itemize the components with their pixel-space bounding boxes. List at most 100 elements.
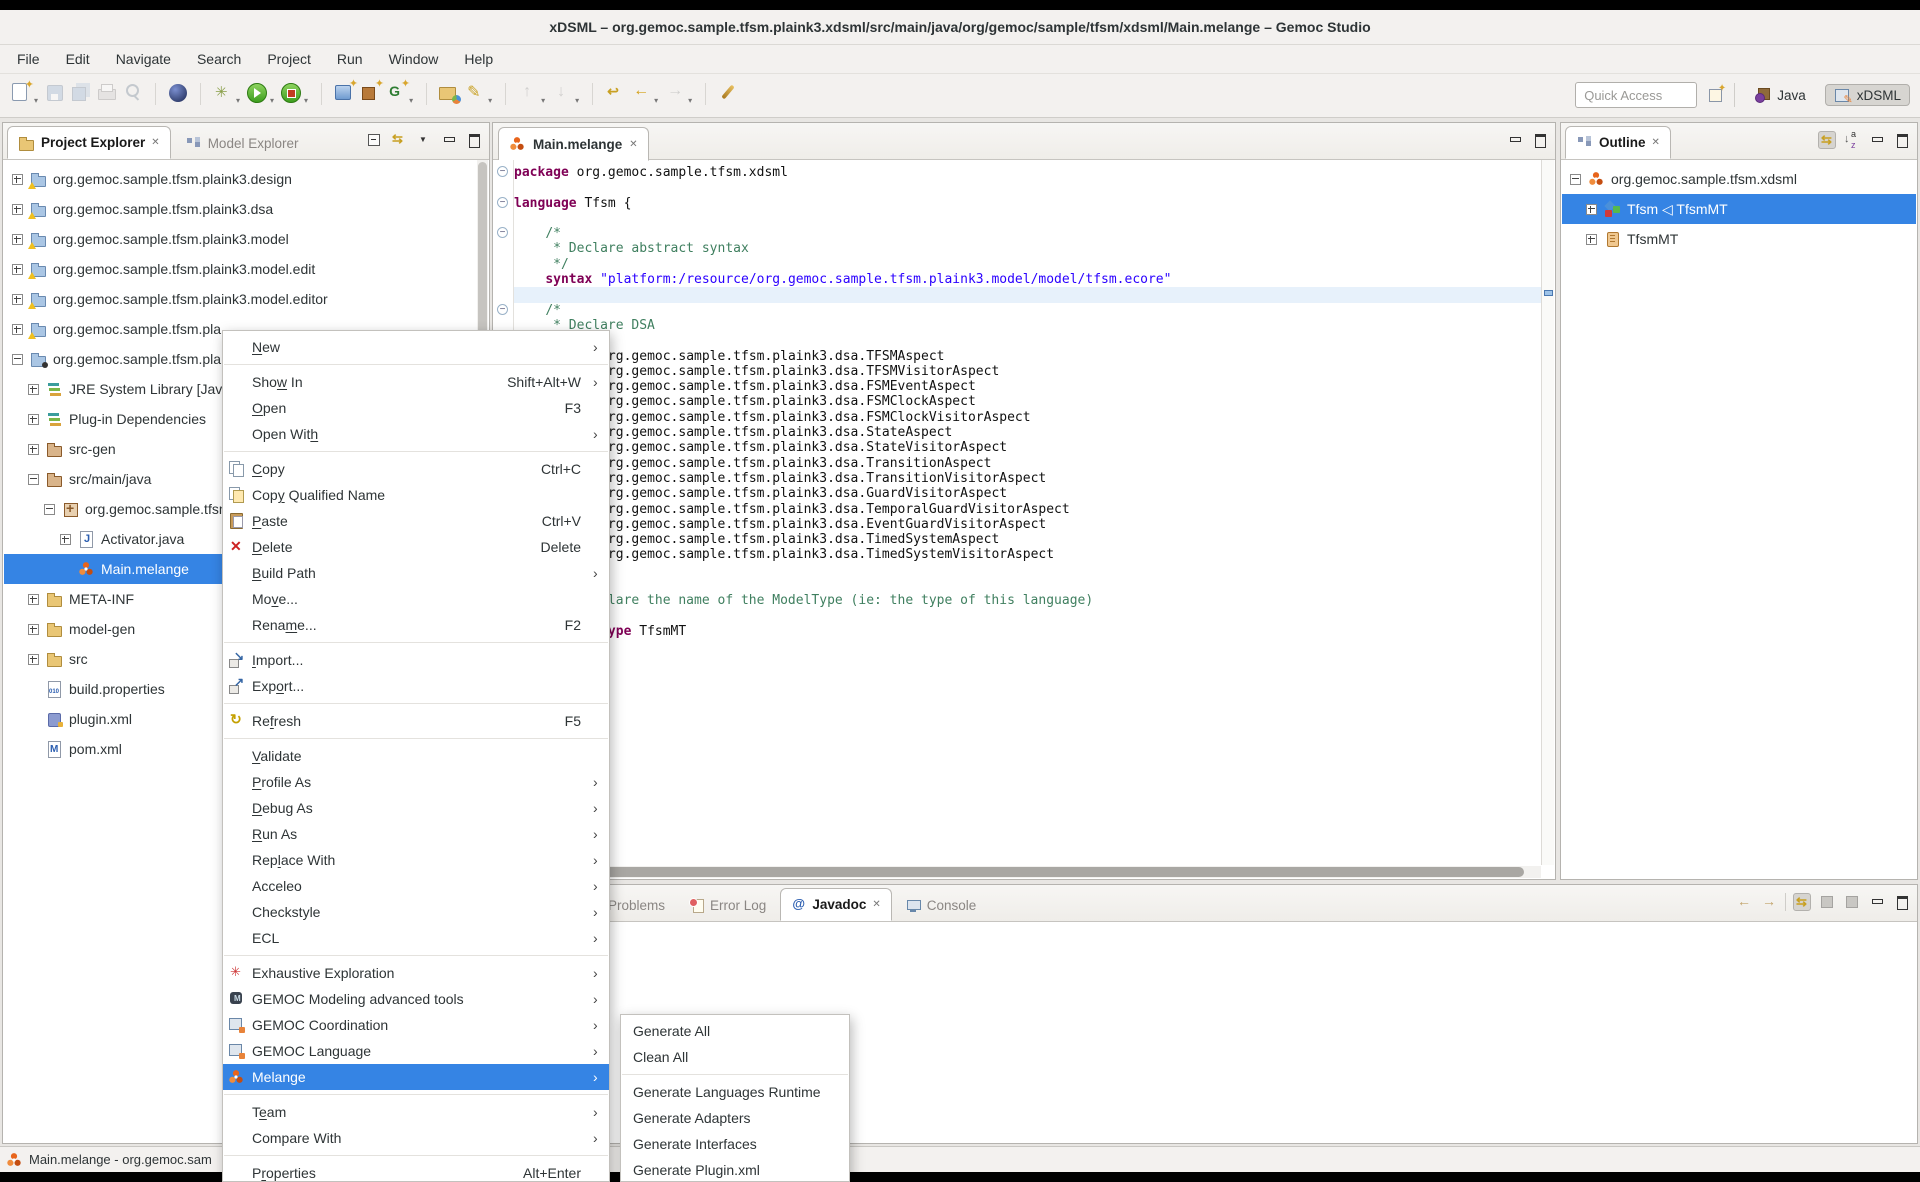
expand-icon[interactable] [12, 294, 23, 305]
maximize-icon[interactable] [1893, 131, 1911, 149]
menu-file[interactable]: File [4, 45, 53, 73]
osgi-console-icon[interactable] [165, 81, 191, 105]
open-plugin-artifact-icon[interactable] [436, 81, 462, 105]
quick-access-input[interactable] [1575, 82, 1697, 108]
dropdown-chevron-icon[interactable]: ▾ [488, 96, 492, 105]
menu-navigate[interactable]: Navigate [103, 45, 184, 73]
menu-item-build-path[interactable]: Build Path› [223, 560, 609, 586]
tab-error-log[interactable]: Error Log [679, 890, 776, 921]
menu-item-open[interactable]: OpenF3 [223, 395, 609, 421]
search-icon[interactable] [462, 81, 488, 105]
fold-marker-icon[interactable]: − [497, 304, 508, 315]
view-menu-icon[interactable] [415, 131, 433, 149]
expand-icon[interactable] [12, 234, 23, 245]
expand-icon[interactable] [28, 414, 39, 425]
menu-item-rename[interactable]: Rename...F2 [223, 612, 609, 638]
menu-run[interactable]: Run [324, 45, 376, 73]
new-gemoc-project-icon[interactable] [331, 81, 357, 105]
menu-item-refresh[interactable]: RefreshF5 [223, 708, 609, 734]
forward-icon[interactable] [1760, 893, 1778, 911]
menu-item-validate[interactable]: Validate [223, 743, 609, 769]
dropdown-chevron-icon[interactable]: ▾ [304, 96, 308, 105]
menu-item-show-in[interactable]: Show InShift+Alt+W› [223, 369, 609, 395]
menu-item-gemoc-language[interactable]: GEMOC Language› [223, 1038, 609, 1064]
dropdown-chevron-icon[interactable]: ▾ [34, 96, 38, 105]
menu-item-move[interactable]: Move... [223, 586, 609, 612]
menu-item-ecl[interactable]: ECL› [223, 925, 609, 951]
menu-item-open-with[interactable]: Open With› [223, 421, 609, 447]
debug-icon[interactable] [210, 81, 236, 105]
menu-item-profile-as[interactable]: Profile As› [223, 769, 609, 795]
menu-project[interactable]: Project [254, 45, 324, 73]
menu-item-copy[interactable]: CopyCtrl+C [223, 456, 609, 482]
tree-item-org-gemoc-sample-tfsm-plaink3-dsa[interactable]: org.gemoc.sample.tfsm.plaink3.dsa [4, 194, 488, 224]
menu-help[interactable]: Help [451, 45, 506, 73]
open-perspective-icon[interactable] [1707, 87, 1724, 103]
perspective-button-xdsml[interactable]: xDSML [1825, 84, 1910, 106]
new-gemoc-language-icon[interactable] [383, 81, 409, 105]
link-with-editor-icon[interactable] [1793, 893, 1811, 911]
link-with-editor-icon[interactable] [390, 131, 408, 149]
expand-icon[interactable] [1586, 234, 1597, 245]
menu-item-generate-all[interactable]: Generate All [621, 1018, 849, 1044]
expand-icon[interactable] [12, 264, 23, 275]
fold-marker-icon[interactable]: − [497, 227, 508, 238]
fold-marker-icon[interactable]: − [497, 166, 508, 177]
outline-item-tfsm-tfsmmt[interactable]: Tfsm ◁ TfsmMT [1562, 194, 1916, 224]
new-wizard-icon[interactable] [8, 81, 34, 105]
link-with-editor-icon[interactable] [1818, 131, 1836, 149]
close-icon[interactable]: ✕ [872, 899, 880, 910]
tab-outline[interactable]: Outline ✕ [1565, 126, 1671, 159]
minimize-icon[interactable] [1506, 131, 1524, 149]
minimize-icon[interactable] [440, 131, 458, 149]
collapse-all-icon[interactable] [365, 131, 383, 149]
collapse-icon[interactable] [28, 474, 39, 485]
tree-item-org-gemoc-sample-tfsm-plaink3-model-edit[interactable]: org.gemoc.sample.tfsm.plaink3.model.edit [4, 254, 488, 284]
tab-model-explorer[interactable]: Model Explorer [175, 128, 309, 159]
dropdown-chevron-icon[interactable]: ▾ [409, 96, 413, 105]
scrollbar-thumb[interactable] [496, 867, 1524, 877]
tree-item-org-gemoc-sample-tfsm-plaink3-model-editor[interactable]: org.gemoc.sample.tfsm.plaink3.model.edit… [4, 284, 488, 314]
close-icon[interactable]: ✕ [1652, 137, 1660, 148]
menu-item-generate-adapters[interactable]: Generate Adapters [621, 1105, 849, 1131]
open-declaration-icon[interactable] [1843, 893, 1861, 911]
outline-item-tfsmmt[interactable]: TfsmMT [1562, 224, 1916, 254]
menu-item-acceleo[interactable]: Acceleo› [223, 873, 609, 899]
menu-item-compare-with[interactable]: Compare With› [223, 1125, 609, 1151]
expand-icon[interactable] [28, 444, 39, 455]
expand-icon[interactable] [60, 534, 71, 545]
menu-item-generate-languages-runtime[interactable]: Generate Languages Runtime [621, 1079, 849, 1105]
tree-item-org-gemoc-sample-tfsm-plaink3-design[interactable]: org.gemoc.sample.tfsm.plaink3.design [4, 164, 488, 194]
fold-marker-icon[interactable]: − [497, 197, 508, 208]
menu-item-run-as[interactable]: Run As› [223, 821, 609, 847]
menu-item-clean-all[interactable]: Clean All [621, 1044, 849, 1070]
collapse-icon[interactable] [12, 354, 23, 365]
menu-item-checkstyle[interactable]: Checkstyle› [223, 899, 609, 925]
menu-item-paste[interactable]: PasteCtrl+V [223, 508, 609, 534]
expand-icon[interactable] [28, 384, 39, 395]
tab-javadoc[interactable]: Javadoc✕ [780, 888, 891, 921]
menu-item-generate-interfaces[interactable]: Generate Interfaces [621, 1131, 849, 1157]
tree-item-org-gemoc-sample-tfsm-plaink3-model[interactable]: org.gemoc.sample.tfsm.plaink3.model [4, 224, 488, 254]
back-icon[interactable] [1735, 893, 1753, 911]
menu-item-import[interactable]: Import... [223, 647, 609, 673]
perspective-button-java[interactable]: Java [1745, 84, 1815, 106]
menu-item-exhaustive-exploration[interactable]: Exhaustive Exploration› [223, 960, 609, 986]
menu-window[interactable]: Window [376, 45, 452, 73]
external-tools-icon[interactable] [278, 81, 304, 105]
close-icon[interactable]: ✕ [151, 137, 159, 148]
menu-item-new[interactable]: New› [223, 334, 609, 360]
menu-item-gemoc-modeling-advanced-tools[interactable]: GEMOC Modeling advanced tools› [223, 986, 609, 1012]
maximize-icon[interactable] [1531, 131, 1549, 149]
expand-icon[interactable] [12, 204, 23, 215]
expand-icon[interactable] [12, 174, 23, 185]
menu-item-replace-with[interactable]: Replace With› [223, 847, 609, 873]
menu-item-generate-plugin-xml[interactable]: Generate Plugin.xml [621, 1157, 849, 1182]
pin-editor-icon[interactable] [715, 81, 741, 105]
tab-main-melange[interactable]: Main.melange ✕ [498, 127, 649, 161]
expand-icon[interactable] [28, 654, 39, 665]
menu-item-copy-qualified-name[interactable]: Copy Qualified Name [223, 482, 609, 508]
expand-icon[interactable] [28, 594, 39, 605]
run-icon[interactable] [244, 81, 270, 105]
expand-icon[interactable] [1586, 204, 1597, 215]
